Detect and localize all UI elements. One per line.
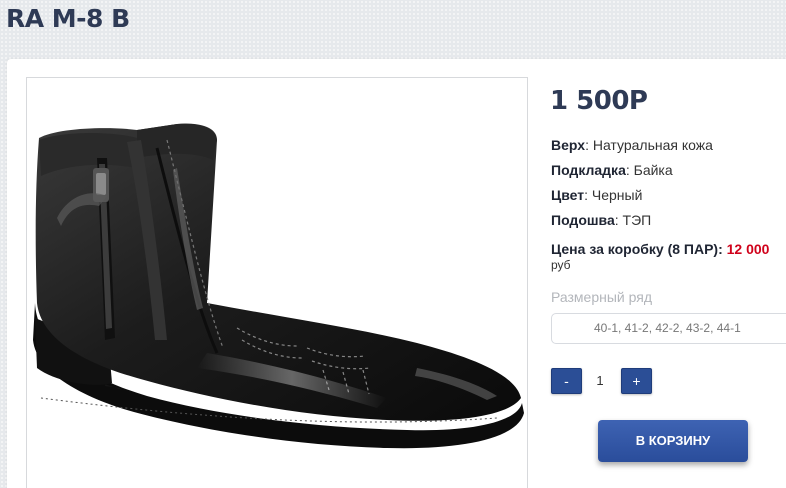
spec-color: Цвет: Черный [551, 187, 642, 203]
box-price-value: 12 000 [726, 241, 770, 257]
quantity-decrease-button[interactable]: - [551, 368, 582, 394]
quantity-value[interactable]: 1 [590, 373, 610, 388]
spec-label: Подошва [551, 212, 615, 228]
spec-label: Верх [551, 137, 586, 153]
spec-upper: Верх: Натуральная кожа [551, 137, 713, 153]
boot-image [33, 123, 524, 449]
spec-label: Подкладка [551, 162, 626, 178]
product-image[interactable] [26, 77, 528, 488]
size-range-field[interactable]: 40-1, 41-2, 42-2, 43-2, 44-1 [551, 313, 786, 344]
spec-value: : ТЭП [614, 212, 652, 228]
product-price: 1 500Р [550, 86, 648, 116]
box-price-currency: руб [551, 258, 571, 272]
page-title: RA M-8 B [6, 4, 130, 33]
spec-value: : Натуральная кожа [585, 137, 713, 153]
box-price: Цена за коробку (8 ПАР): 12 000 [551, 241, 769, 257]
add-to-cart-button[interactable]: В КОРЗИНУ [598, 420, 748, 462]
spec-label: Цвет [551, 187, 585, 203]
spec-value: : Черный [584, 187, 643, 203]
spec-value: : Байка [625, 162, 673, 178]
spec-sole: Подошва: ТЭП [551, 212, 651, 228]
box-price-label: Цена за коробку (8 ПАР): [551, 241, 723, 257]
size-range-label: Размерный ряд [551, 289, 653, 305]
spec-lining: Подкладка: Байка [551, 162, 673, 178]
quantity-increase-button[interactable]: + [621, 368, 652, 394]
